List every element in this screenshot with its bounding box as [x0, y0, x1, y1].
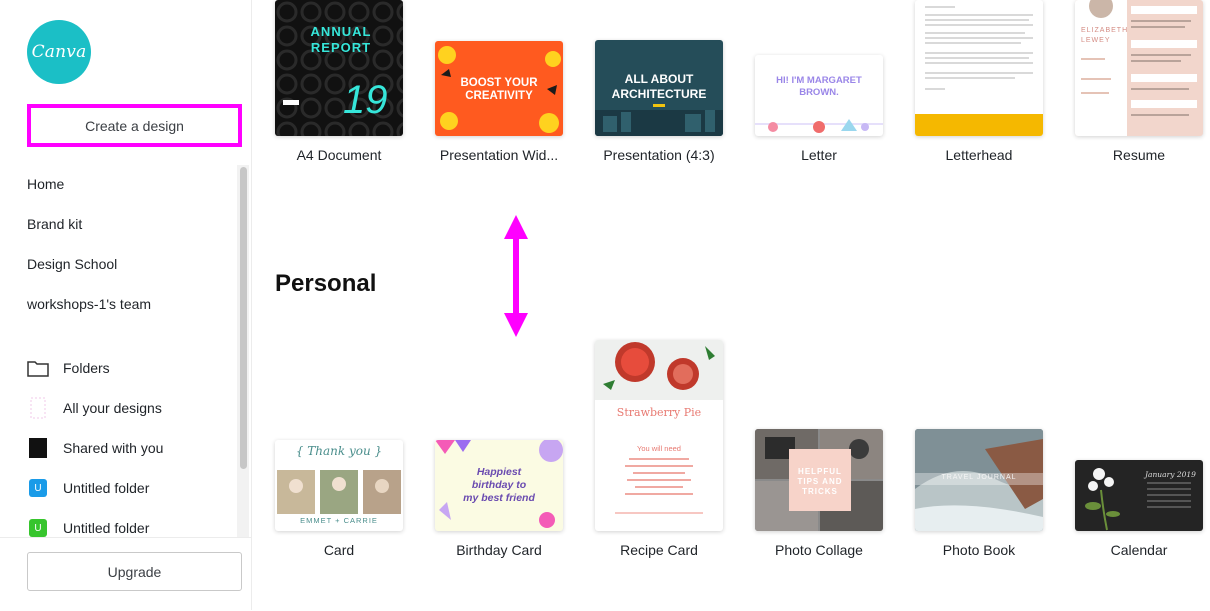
a4-document-label[interactable]: A4 Document: [259, 147, 419, 163]
untitled-folder-label-2: Untitled folder: [63, 520, 150, 536]
photo-collage-label[interactable]: Photo Collage: [739, 542, 899, 558]
birthday-card-label[interactable]: Birthday Card: [419, 542, 579, 558]
canva-logo[interactable]: Canva: [27, 20, 91, 84]
recipe-card-thumb[interactable]: Strawberry Pie You will need: [595, 340, 723, 531]
shared-item[interactable]: Shared with you: [27, 438, 163, 458]
upgrade-button[interactable]: Upgrade: [27, 552, 242, 591]
letter-thumb[interactable]: HI! I'M MARGARET BROWN.: [755, 55, 883, 136]
create-design-button[interactable]: Create a design: [27, 104, 242, 147]
untitled-folder-2[interactable]: U Untitled folder: [27, 518, 149, 538]
best-friend-text: my best friend: [463, 492, 535, 504]
creativity-text: CREATIVITY: [465, 90, 533, 102]
designs-icon: [27, 397, 49, 419]
shared-icon: [27, 438, 49, 458]
folders-label: Folders: [63, 360, 110, 376]
folder-green-icon: U: [27, 518, 49, 538]
travel-text: TRAVEL JOURNAL: [941, 474, 1017, 481]
photo-book-label[interactable]: Photo Book: [899, 542, 1059, 558]
letterhead-label[interactable]: Letterhead: [899, 147, 1059, 163]
all-designs-label: All your designs: [63, 400, 162, 416]
all-designs-item[interactable]: All your designs: [27, 397, 162, 419]
double-arrow-icon: [504, 215, 528, 337]
photo-book-thumb[interactable]: TRAVEL JOURNAL: [915, 429, 1043, 531]
resume-label[interactable]: Resume: [1059, 147, 1210, 163]
folder-blue-icon: U: [27, 478, 49, 498]
emmet-carrie-text: EMMET + CARRIE: [300, 516, 378, 525]
annual-text: ANNUAL: [310, 24, 372, 39]
a4-document-thumb[interactable]: ANNUAL REPORT 19: [275, 0, 403, 136]
you-will-need-text: You will need: [637, 444, 681, 453]
happiest-text: Happiest: [476, 466, 522, 478]
calendar-thumb[interactable]: January 2019: [1075, 460, 1203, 531]
recipe-card-label[interactable]: Recipe Card: [579, 542, 739, 558]
elizabeth-text: ELIZABETH: [1081, 27, 1129, 34]
report-text: REPORT: [310, 40, 372, 55]
letterhead-thumb[interactable]: [915, 0, 1043, 136]
resume-thumb[interactable]: ELIZABETH LEWEY: [1075, 0, 1203, 136]
helpful-text: HELPFUL: [798, 467, 842, 476]
presentation-wide-label[interactable]: Presentation Wid...: [419, 147, 579, 163]
folders-item[interactable]: Folders: [27, 358, 110, 378]
shared-label: Shared with you: [63, 440, 164, 456]
presentation-43-label[interactable]: Presentation (4:3): [579, 147, 739, 163]
boost-text: BOOST YOUR: [460, 77, 538, 89]
january-text: January 2019: [1145, 470, 1196, 479]
untitled-folder-1[interactable]: U Untitled folder: [27, 478, 149, 498]
presentation-wide-thumb[interactable]: BOOST YOUR CREATIVITY: [435, 41, 563, 136]
scroll-thumb[interactable]: [240, 167, 247, 469]
photo-collage-thumb[interactable]: HELPFUL TIPS AND TRICKS: [755, 429, 883, 531]
presentation-43-thumb[interactable]: ALL ABOUT ARCHITECTURE: [595, 40, 723, 136]
strawberry-pie-text: Strawberry Pie: [616, 406, 702, 419]
all-about-text: ALL ABOUT: [624, 72, 694, 86]
nav-brand-kit[interactable]: Brand kit: [27, 216, 82, 232]
sidebar: Canva Create a design Home Brand kit Des…: [0, 0, 252, 611]
tips-and-text: TIPS AND: [797, 477, 843, 486]
tricks-text: TRICKS: [802, 487, 838, 496]
personal-section-title: Personal: [275, 270, 377, 297]
logo-text: Canva: [31, 42, 87, 62]
calendar-label[interactable]: Calendar: [1059, 542, 1210, 558]
nav-home[interactable]: Home: [27, 176, 64, 192]
birthday-card-thumb[interactable]: Happiest birthday to my best friend: [435, 440, 563, 531]
architecture-text: ARCHITECTURE: [611, 87, 707, 101]
sidebar-scrollbar[interactable]: [237, 165, 249, 537]
letter-label[interactable]: Letter: [739, 147, 899, 163]
year-text: 19: [343, 78, 388, 122]
card-label[interactable]: Card: [259, 542, 419, 558]
untitled-folder-label-1: Untitled folder: [63, 480, 150, 496]
card-thumb[interactable]: { Thank you } EMMET + CARRIE: [275, 440, 403, 531]
nav-team[interactable]: workshops-1's team: [27, 296, 151, 312]
lewey-text: LEWEY: [1081, 37, 1111, 44]
folder-icon: [27, 358, 49, 378]
nav-design-school[interactable]: Design School: [27, 256, 117, 272]
birthday-to-text: birthday to: [471, 479, 527, 491]
